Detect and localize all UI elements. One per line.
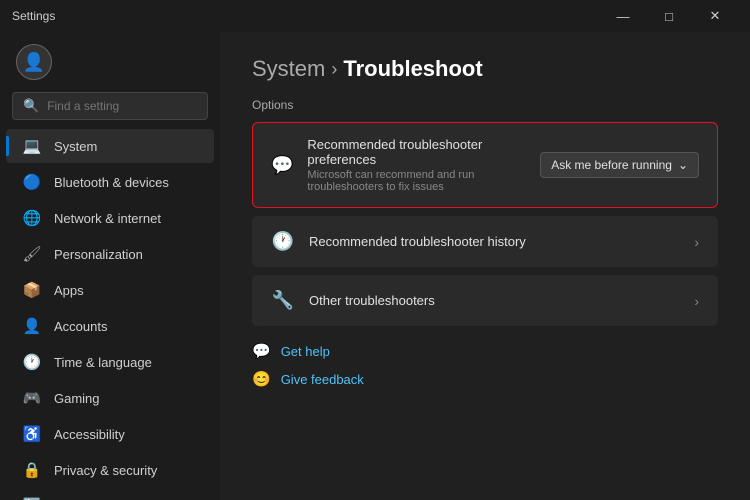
sidebar-item-time[interactable]: 🕐 Time & language: [6, 345, 214, 379]
personalization-icon: 🖌: [22, 245, 42, 263]
breadcrumb-current: Troubleshoot: [343, 56, 482, 82]
content-area: System › Troubleshoot Options 💬 Recommen…: [220, 32, 750, 500]
sidebar-item-bluetooth[interactable]: 🔵 Bluetooth & devices: [6, 165, 214, 199]
sidebar-label-accessibility: Accessibility: [54, 427, 125, 442]
sidebar-item-update[interactable]: 🔄 Windows Update: [6, 489, 214, 500]
sidebar: 👤 🔍 💻 System 🔵 Bluetooth & devices 🌐 Net…: [0, 32, 220, 500]
sidebar-label-time: Time & language: [54, 355, 152, 370]
title-bar-left: Settings: [12, 9, 55, 23]
sidebar-label-personalization: Personalization: [54, 247, 143, 262]
other-chevron-icon: ›: [694, 293, 699, 309]
avatar-section: 👤: [0, 32, 220, 88]
prefs-subtitle: Microsoft can recommend and run troubles…: [307, 169, 540, 193]
recommended-history-card[interactable]: 🕐 Recommended troubleshooter history ›: [252, 216, 718, 267]
get-help-label: Get help: [281, 344, 330, 359]
give-feedback-link[interactable]: 😊 Give feedback: [252, 370, 718, 388]
gaming-icon: 🎮: [22, 389, 42, 407]
get-help-icon: 💬: [252, 342, 271, 360]
sidebar-item-network[interactable]: 🌐 Network & internet: [6, 201, 214, 235]
apps-icon: 📦: [22, 281, 42, 299]
dropdown-chevron-icon: ⌄: [678, 158, 688, 172]
bluetooth-icon: 🔵: [22, 173, 42, 191]
settings-title: Settings: [12, 9, 55, 23]
other-title: Other troubleshooters: [309, 293, 435, 308]
sidebar-label-accounts: Accounts: [54, 319, 107, 334]
card-left-prefs: 💬 Recommended troubleshooter preferences…: [271, 137, 540, 193]
network-icon: 🌐: [22, 209, 42, 227]
minimize-button[interactable]: —: [600, 0, 646, 32]
history-title: Recommended troubleshooter history: [309, 234, 526, 249]
prefs-text: Recommended troubleshooter preferences M…: [307, 137, 540, 193]
time-icon: 🕐: [22, 353, 42, 371]
other-troubleshooters-card[interactable]: 🔧 Other troubleshooters ›: [252, 275, 718, 326]
history-icon: 🕐: [271, 231, 295, 252]
breadcrumb: System › Troubleshoot: [252, 56, 718, 82]
sidebar-label-apps: Apps: [54, 283, 84, 298]
title-bar-controls: — □ ✕: [600, 0, 738, 32]
history-text: Recommended troubleshooter history: [309, 234, 526, 249]
prefs-icon: 💬: [271, 155, 293, 176]
sidebar-item-personalization[interactable]: 🖌 Personalization: [6, 237, 214, 271]
close-button[interactable]: ✕: [692, 0, 738, 32]
links-section: 💬 Get help 😊 Give feedback: [252, 342, 718, 388]
sidebar-item-privacy[interactable]: 🔒 Privacy & security: [6, 453, 214, 487]
dropdown-label: Ask me before running: [551, 158, 672, 172]
search-box[interactable]: 🔍: [12, 92, 208, 120]
avatar: 👤: [16, 44, 52, 80]
card-left-history: 🕐 Recommended troubleshooter history: [271, 231, 526, 252]
sidebar-label-privacy: Privacy & security: [54, 463, 157, 478]
privacy-icon: 🔒: [22, 461, 42, 479]
sidebar-item-gaming[interactable]: 🎮 Gaming: [6, 381, 214, 415]
other-text: Other troubleshooters: [309, 293, 435, 308]
give-feedback-label: Give feedback: [281, 372, 364, 387]
accessibility-icon: ♿: [22, 425, 42, 443]
main-layout: 👤 🔍 💻 System 🔵 Bluetooth & devices 🌐 Net…: [0, 32, 750, 500]
sidebar-item-system[interactable]: 💻 System: [6, 129, 214, 163]
get-help-link[interactable]: 💬 Get help: [252, 342, 718, 360]
breadcrumb-arrow: ›: [331, 59, 337, 80]
sidebar-item-accessibility[interactable]: ♿ Accessibility: [6, 417, 214, 451]
card-left-other: 🔧 Other troubleshooters: [271, 290, 435, 311]
breadcrumb-system: System: [252, 56, 325, 82]
sidebar-item-accounts[interactable]: 👤 Accounts: [6, 309, 214, 343]
sidebar-label-system: System: [54, 139, 97, 154]
title-bar: Settings — □ ✕: [0, 0, 750, 32]
other-icon: 🔧: [271, 290, 295, 311]
history-chevron-icon: ›: [694, 234, 699, 250]
sidebar-label-gaming: Gaming: [54, 391, 100, 406]
system-icon: 💻: [22, 137, 42, 155]
maximize-button[interactable]: □: [646, 0, 692, 32]
accounts-icon: 👤: [22, 317, 42, 335]
prefs-title: Recommended troubleshooter preferences: [307, 137, 540, 167]
prefs-dropdown[interactable]: Ask me before running ⌄: [540, 152, 699, 178]
sidebar-label-network: Network & internet: [54, 211, 161, 226]
give-feedback-icon: 😊: [252, 370, 271, 388]
search-input[interactable]: [47, 99, 202, 113]
avatar-icon: 👤: [23, 52, 45, 73]
search-icon: 🔍: [23, 98, 39, 114]
sidebar-label-bluetooth: Bluetooth & devices: [54, 175, 169, 190]
sidebar-item-apps[interactable]: 📦 Apps: [6, 273, 214, 307]
recommended-prefs-card[interactable]: 💬 Recommended troubleshooter preferences…: [252, 122, 718, 208]
section-label: Options: [252, 98, 718, 112]
